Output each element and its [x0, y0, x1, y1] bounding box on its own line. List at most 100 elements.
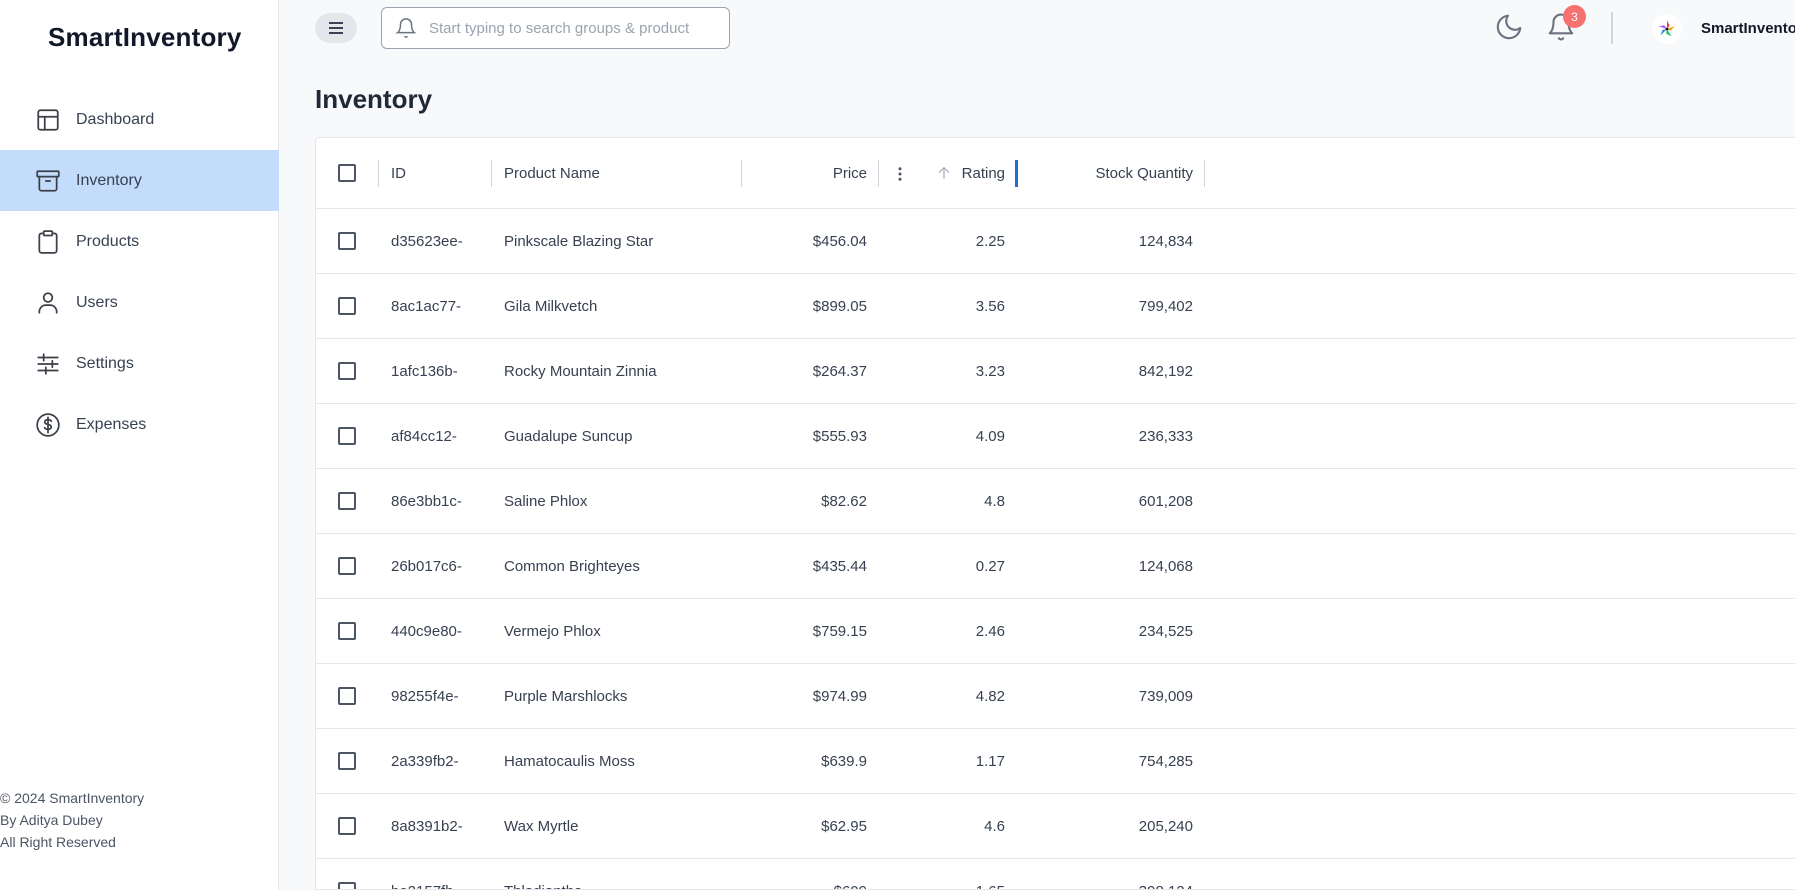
cell-product-name[interactable]: Vermejo Phlox [491, 599, 741, 663]
cell-id[interactable]: 8a8391b2- [378, 794, 491, 858]
cell-rating[interactable]: 4.8 [878, 469, 1016, 533]
cell-rating[interactable]: 3.56 [878, 274, 1016, 338]
search-box[interactable] [381, 7, 730, 49]
cell-stock-quantity[interactable]: 124,068 [1016, 534, 1204, 598]
cell-rating[interactable]: 4.09 [878, 404, 1016, 468]
cell-price[interactable]: $609 [741, 859, 878, 890]
row-checkbox[interactable] [338, 557, 356, 575]
row-checkbox[interactable] [338, 427, 356, 445]
cell-stock-quantity[interactable]: 398,124 [1016, 859, 1204, 890]
cell-price[interactable]: $82.62 [741, 469, 878, 533]
row-checkbox[interactable] [338, 297, 356, 315]
cell-price[interactable]: $759.15 [741, 599, 878, 663]
table-row[interactable]: 86e3bb1c- Saline Phlox $82.62 4.8 601,208 [316, 469, 1795, 534]
cell-product-name[interactable]: Thladiantha [491, 859, 741, 890]
table-row[interactable]: 26b017c6- Common Brighteyes $435.44 0.27 124… [316, 534, 1795, 599]
cell-product-name[interactable]: Purple Marshlocks [491, 664, 741, 728]
cell-price[interactable]: $974.99 [741, 664, 878, 728]
row-checkbox[interactable] [338, 362, 356, 380]
row-checkbox[interactable] [338, 622, 356, 640]
brand-logo-text[interactable]: SmartInventory [48, 22, 242, 53]
table-row[interactable]: 440c9e80- Vermejo Phlox $759.15 2.46 234,525 [316, 599, 1795, 664]
cell-id[interactable]: 1afc136b- [378, 339, 491, 403]
select-all-checkbox[interactable] [338, 164, 356, 182]
column-header-product-name[interactable]: Product Name [491, 138, 741, 208]
cell-rating[interactable]: 1.17 [878, 729, 1016, 793]
cell-rating[interactable]: 3.23 [878, 339, 1016, 403]
avatar[interactable] [1652, 14, 1682, 44]
table-row[interactable]: 8ac1ac77- Gila Milkvetch $899.05 3.56 799,40… [316, 274, 1795, 339]
table-row[interactable]: 1afc136b- Rocky Mountain Zinnia $264.37 3.2… [316, 339, 1795, 404]
cell-rating[interactable]: 2.25 [878, 209, 1016, 273]
cell-product-name[interactable]: Saline Phlox [491, 469, 741, 533]
row-select-cell [316, 209, 378, 273]
cell-rating[interactable]: 4.6 [878, 794, 1016, 858]
cell-price[interactable]: $639.9 [741, 729, 878, 793]
cell-price[interactable]: $555.93 [741, 404, 878, 468]
cell-stock-quantity[interactable]: 124,834 [1016, 209, 1204, 273]
cell-id[interactable]: be2157fb- [378, 859, 491, 890]
column-separator[interactable] [1204, 160, 1205, 187]
cell-stock-quantity[interactable]: 601,208 [1016, 469, 1204, 533]
column-header-id[interactable]: ID [378, 138, 491, 208]
cell-stock-quantity[interactable]: 205,240 [1016, 794, 1204, 858]
table-row[interactable]: af84cc12- Guadalupe Suncup $555.93 4.09 236,… [316, 404, 1795, 469]
column-header-price[interactable]: Price [741, 138, 878, 208]
cell-product-name[interactable]: Common Brighteyes [491, 534, 741, 598]
cell-id[interactable]: 86e3bb1c- [378, 469, 491, 533]
menu-toggle-button[interactable] [315, 13, 357, 43]
cell-id[interactable]: d35623ee- [378, 209, 491, 273]
row-checkbox[interactable] [338, 817, 356, 835]
cell-product-name[interactable]: Rocky Mountain Zinnia [491, 339, 741, 403]
sidebar-item-users[interactable]: Users [0, 272, 279, 333]
cell-stock-quantity[interactable]: 236,333 [1016, 404, 1204, 468]
id-text: 26b017c6- [391, 557, 462, 575]
arrow-up-icon[interactable] [936, 165, 952, 181]
table-row[interactable]: d35623ee- Pinkscale Blazing Star $456.04 2.… [316, 209, 1795, 274]
cell-stock-quantity[interactable]: 234,525 [1016, 599, 1204, 663]
cell-price[interactable]: $899.05 [741, 274, 878, 338]
cell-rating[interactable]: 4.82 [878, 664, 1016, 728]
table-row[interactable]: 98255f4e- Purple Marshlocks $974.99 4.82 739… [316, 664, 1795, 729]
cell-id[interactable]: 98255f4e- [378, 664, 491, 728]
row-checkbox[interactable] [338, 752, 356, 770]
cell-price[interactable]: $456.04 [741, 209, 878, 273]
table-row[interactable]: 8a8391b2- Wax Myrtle $62.95 4.6 205,240 [316, 794, 1795, 859]
cell-rating[interactable]: 1.65 [878, 859, 1016, 890]
cell-id[interactable]: 2a339fb2- [378, 729, 491, 793]
cell-stock-quantity[interactable]: 754,285 [1016, 729, 1204, 793]
cell-price[interactable]: $62.95 [741, 794, 878, 858]
row-checkbox[interactable] [338, 232, 356, 250]
row-checkbox[interactable] [338, 492, 356, 510]
cell-id[interactable]: 8ac1ac77- [378, 274, 491, 338]
cell-product-name[interactable]: Wax Myrtle [491, 794, 741, 858]
cell-rating[interactable]: 0.27 [878, 534, 1016, 598]
cell-id[interactable]: af84cc12- [378, 404, 491, 468]
cell-stock-quantity[interactable]: 842,192 [1016, 339, 1204, 403]
sidebar-item-expenses[interactable]: Expenses [0, 394, 279, 455]
cell-product-name[interactable]: Gila Milkvetch [491, 274, 741, 338]
dark-mode-toggle[interactable] [1494, 12, 1524, 42]
sidebar-item-products[interactable]: Products [0, 211, 279, 272]
table-row[interactable]: be2157fb- Thladiantha$6091.65398,124 [316, 859, 1795, 890]
table-row[interactable]: 2a339fb2- Hamatocaulis Moss $639.9 1.17 754,… [316, 729, 1795, 794]
search-input[interactable] [427, 18, 711, 38]
cell-product-name[interactable]: Guadalupe Suncup [491, 404, 741, 468]
sidebar-item-dashboard[interactable]: Dashboard [0, 89, 279, 150]
cell-price[interactable]: $264.37 [741, 339, 878, 403]
cell-stock-quantity[interactable]: 799,402 [1016, 274, 1204, 338]
user-name[interactable]: SmartInventory [1701, 20, 1795, 37]
cell-stock-quantity[interactable]: 739,009 [1016, 664, 1204, 728]
row-checkbox[interactable] [338, 882, 356, 889]
cell-id[interactable]: 440c9e80- [378, 599, 491, 663]
cell-rating[interactable]: 2.46 [878, 599, 1016, 663]
cell-id[interactable]: 26b017c6- [378, 534, 491, 598]
cell-product-name[interactable]: Pinkscale Blazing Star [491, 209, 741, 273]
column-header-rating[interactable]: Rating [878, 138, 1016, 208]
sidebar-item-inventory[interactable]: Inventory [0, 150, 279, 211]
cell-price[interactable]: $435.44 [741, 534, 878, 598]
column-header-stock-quantity[interactable]: Stock Quantity [1016, 138, 1204, 208]
cell-product-name[interactable]: Hamatocaulis Moss [491, 729, 741, 793]
row-checkbox[interactable] [338, 687, 356, 705]
sidebar-item-settings[interactable]: Settings [0, 333, 279, 394]
